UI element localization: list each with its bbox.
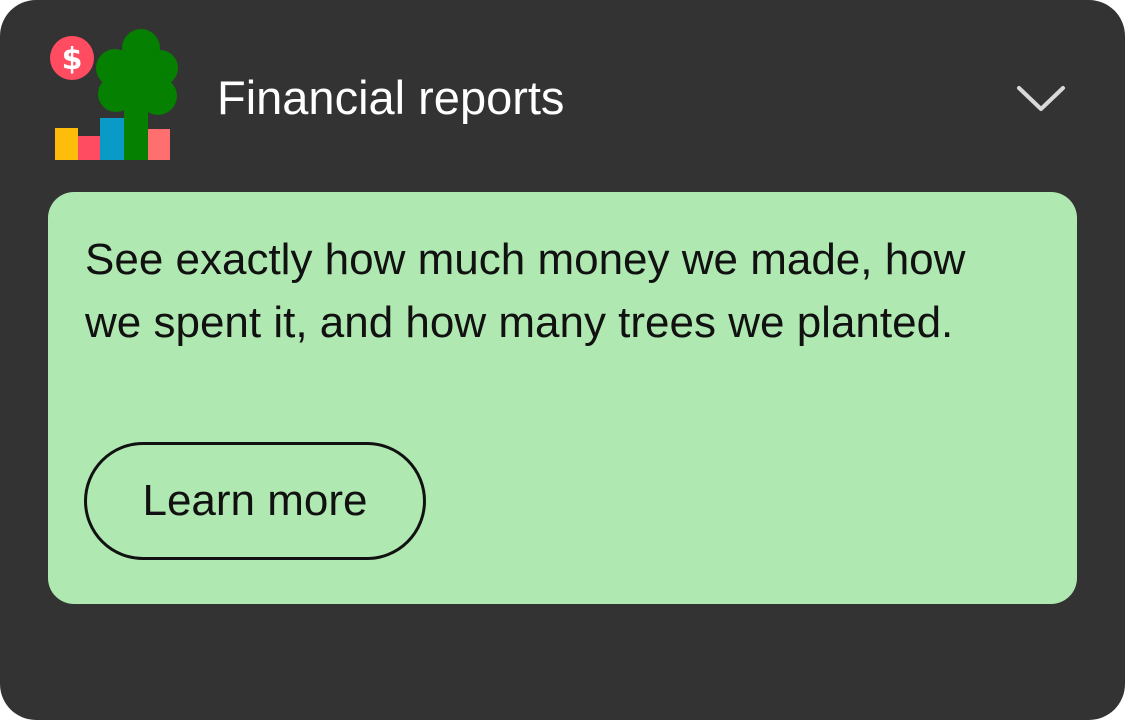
svg-text:$: $ <box>62 42 83 77</box>
financial-reports-icon: $ <box>50 28 180 162</box>
card-content-panel: See exactly how much money we made, how … <box>48 192 1077 604</box>
learn-more-button[interactable]: Learn more <box>84 442 426 560</box>
card-description: See exactly how much money we made, how … <box>85 235 966 347</box>
card-title: Financial reports <box>217 71 565 124</box>
financial-reports-card: $ Financial reports See exactly how much… <box>0 0 1125 720</box>
chevron-down-icon[interactable] <box>1010 72 1072 122</box>
card-header[interactable]: $ Financial reports <box>0 0 1125 192</box>
